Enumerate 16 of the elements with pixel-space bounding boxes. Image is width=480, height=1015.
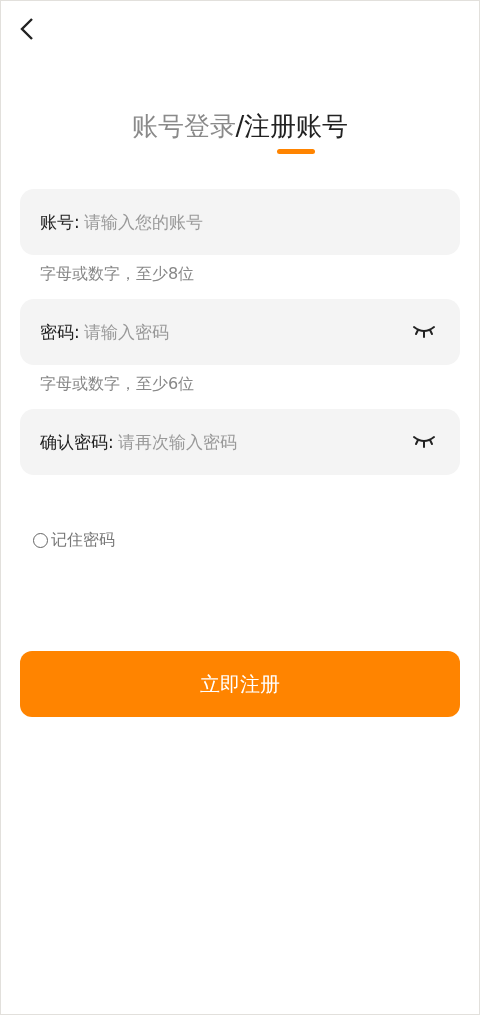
back-icon[interactable] (20, 17, 34, 41)
field-label: 账号: (40, 210, 80, 234)
tab[interactable]: 账号登录 (131, 109, 236, 154)
field-hint: 字母或数字，至少6位 (39, 373, 196, 395)
remember-label[interactable]: 记住密码 (51, 530, 115, 551)
field-hint: 字母或数字，至少8位 (39, 263, 196, 285)
input-field[interactable]: 请输入您的账号 (83, 212, 436, 232)
field-label: 密码: (40, 320, 80, 344)
closed-eye-icon[interactable] (412, 325, 436, 339)
tab-separator: / (235, 110, 245, 143)
field-label: 确认密码: (40, 430, 114, 454)
closed-eye-icon[interactable] (412, 435, 436, 449)
input-field[interactable]: 请输入密码 (83, 322, 412, 342)
register-button[interactable]: 立即注册 (20, 651, 460, 717)
tab[interactable]: 注册账号 (244, 109, 349, 154)
input-field[interactable]: 请再次输入密码 (117, 432, 412, 452)
